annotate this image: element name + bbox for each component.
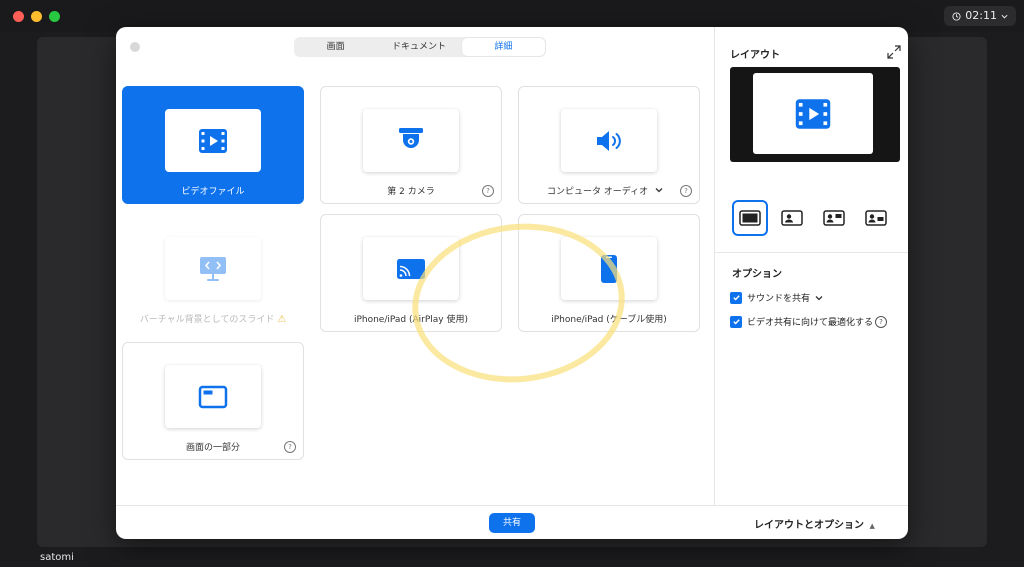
camera-thumbnail	[363, 109, 459, 172]
layout-person-icon	[781, 210, 803, 226]
airplay-icon	[397, 258, 425, 279]
layout-options-toggle[interactable]: レイアウトとオプション ▲	[754, 516, 875, 531]
option-label: コンピュータ オーディオ	[546, 187, 649, 197]
share-sound-label: サウンドを共有	[747, 294, 811, 304]
option-slides-virtual-background: バーチャル背景としてのスライド ⚠	[122, 214, 304, 332]
close-window-button[interactable]	[13, 11, 24, 22]
tab-documents[interactable]: ドキュメント	[377, 38, 460, 56]
option-label: iPhone/iPad (AirPlay 使用)	[353, 315, 469, 325]
preview-screen	[753, 73, 873, 154]
airplay-thumbnail	[363, 237, 459, 300]
share-button[interactable]: 共有	[489, 513, 535, 533]
layout-title: レイアウト	[730, 50, 780, 61]
video-file-icon	[199, 128, 227, 153]
layout-person-side-icon	[865, 210, 887, 226]
layout-side-button[interactable]	[858, 200, 894, 236]
expand-icon[interactable]	[886, 44, 902, 60]
option-label-wrap: コンピュータ オーディオ	[519, 184, 699, 197]
window-portion-icon	[198, 385, 228, 408]
minimize-window-button[interactable]	[31, 11, 42, 22]
portion-thumbnail	[165, 365, 261, 428]
share-dialog: 画面 ドキュメント 詳細 ビデオファイル 第 2 カメラ ? コンピュータ オー…	[116, 27, 908, 539]
speaker-icon	[597, 130, 621, 151]
audio-thumbnail	[561, 109, 657, 172]
option-label: 画面の一部分	[185, 443, 240, 453]
share-sound-checkbox[interactable]	[730, 291, 742, 304]
chevron-down-icon	[1001, 14, 1008, 19]
option-label: 第 2 カメラ	[387, 187, 435, 197]
optimize-video-checkbox[interactable]	[730, 315, 742, 328]
phone-icon	[601, 254, 617, 283]
layout-options-label: レイアウトとオプション	[754, 520, 864, 531]
video-file-thumbnail	[165, 109, 261, 172]
layout-pip-left-button[interactable]	[774, 200, 810, 236]
option-label: iPhone/iPad (ケーブル使用)	[551, 315, 667, 325]
layout-preview	[730, 67, 900, 162]
help-icon[interactable]: ?	[284, 441, 296, 453]
option-iphone-cable[interactable]: iPhone/iPad (ケーブル使用)	[518, 214, 700, 332]
layout-pip-right-button[interactable]	[816, 200, 852, 236]
camera-icon	[399, 127, 423, 148]
option-second-camera[interactable]: 第 2 カメラ ?	[320, 86, 502, 204]
option-label: ビデオファイル	[181, 187, 245, 197]
option-label: バーチャル背景としてのスライド	[139, 315, 275, 325]
tab-screen[interactable]: 画面	[294, 38, 377, 56]
layout-person-screen-icon	[823, 210, 845, 226]
clock-icon	[952, 11, 961, 21]
help-icon[interactable]: ?	[680, 185, 692, 197]
slides-icon	[200, 256, 226, 281]
option-video-file[interactable]: ビデオファイル	[122, 86, 304, 204]
chevron-down-icon[interactable]	[655, 186, 663, 194]
footer-divider	[116, 505, 908, 506]
help-icon[interactable]: ?	[875, 315, 888, 328]
share-sound-option[interactable]: サウンドを共有	[730, 291, 823, 304]
video-file-icon	[795, 98, 831, 129]
option-computer-audio[interactable]: コンピュータ オーディオ ?	[518, 86, 700, 204]
option-iphone-airplay[interactable]: iPhone/iPad (AirPlay 使用)	[320, 214, 502, 332]
phone-thumbnail	[561, 237, 657, 300]
options-title: オプション	[732, 269, 782, 280]
timer-text: 02:11	[965, 9, 997, 22]
option-portion-of-screen[interactable]: 画面の一部分 ?	[122, 342, 304, 460]
warning-icon: ⚠	[277, 314, 287, 325]
chevron-down-icon[interactable]	[815, 294, 823, 302]
layout-full-icon	[739, 210, 761, 226]
dialog-close-button[interactable]	[130, 42, 140, 52]
tab-advanced[interactable]: 詳細	[461, 38, 545, 56]
meeting-timer[interactable]: 02:11	[944, 6, 1016, 26]
options-divider	[715, 252, 908, 253]
caret-up-icon: ▲	[869, 522, 875, 530]
layout-full-button[interactable]	[732, 200, 768, 236]
panel-divider	[714, 27, 715, 505]
option-label-wrap: バーチャル背景としてのスライド ⚠	[123, 312, 303, 325]
slides-thumbnail	[165, 237, 261, 300]
zoom-window-button[interactable]	[49, 11, 60, 22]
help-icon[interactable]: ?	[482, 185, 494, 197]
share-tabs: 画面 ドキュメント 詳細	[294, 37, 546, 57]
participant-name: satomi	[40, 552, 74, 563]
optimize-video-label: ビデオ共有に向けて最適化する	[747, 318, 874, 328]
optimize-video-option[interactable]: ビデオ共有に向けて最適化する ?	[730, 315, 888, 328]
